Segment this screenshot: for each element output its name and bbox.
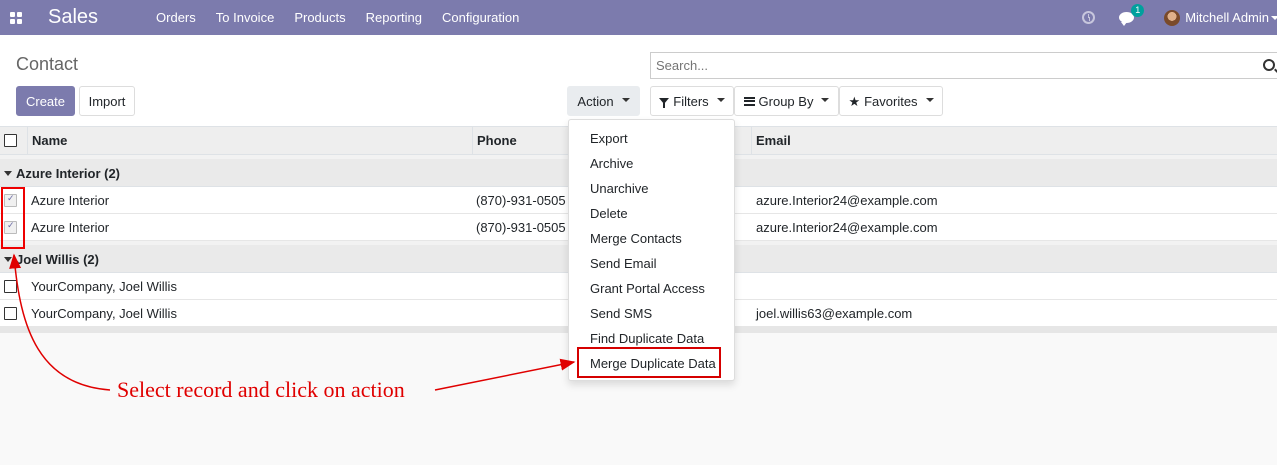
filters-button[interactable]: Filters	[650, 86, 734, 116]
favorites-button[interactable]: ★ Favorites	[839, 86, 943, 116]
menu-configuration[interactable]: Configuration	[432, 0, 529, 35]
cell-name: YourCompany, Joel Willis	[31, 306, 177, 321]
user-avatar[interactable]	[1164, 9, 1181, 26]
bars-icon	[743, 96, 755, 106]
cell-phone: (870)-931-0505	[476, 193, 566, 208]
caret-down-icon	[4, 171, 12, 176]
menu-item-export[interactable]: Export	[590, 131, 628, 146]
group-by-button[interactable]: Group By	[734, 86, 839, 116]
menu-item-send-sms[interactable]: Send SMS	[590, 306, 652, 321]
user-caret-icon[interactable]	[1271, 15, 1277, 20]
menu-item-grant-portal-access[interactable]: Grant Portal Access	[590, 281, 705, 296]
menu-orders[interactable]: Orders	[146, 0, 206, 35]
action-label: Action	[577, 93, 614, 109]
menu-reporting[interactable]: Reporting	[356, 0, 432, 35]
breadcrumb: Contact	[16, 54, 79, 74]
funnel-icon	[659, 98, 670, 108]
star-icon: ★	[848, 93, 861, 109]
select-all-checkbox[interactable]	[4, 134, 17, 147]
row-checkbox[interactable]	[4, 280, 17, 293]
cell-name: Azure Interior	[31, 193, 110, 208]
search-icon[interactable]	[1263, 59, 1275, 71]
column-header-name[interactable]: Name	[27, 127, 472, 155]
cell-name: Azure Interior	[31, 220, 110, 235]
caret-down-icon	[4, 257, 12, 262]
messaging-button[interactable]: 1	[1119, 4, 1145, 26]
menu-products[interactable]: Products	[284, 0, 355, 35]
menu-item-unarchive[interactable]: Unarchive	[590, 181, 649, 196]
menu-item-send-email[interactable]: Send Email	[590, 256, 656, 271]
control-panel: Contact Create Import Action Filters Gro…	[0, 35, 1277, 127]
chevron-down-icon	[925, 97, 934, 102]
search-input[interactable]	[651, 53, 1231, 78]
group-label: Joel Willis (2)	[16, 252, 99, 267]
menu-item-merge-duplicate-data[interactable]: Merge Duplicate Data	[590, 356, 716, 371]
menu-item-delete[interactable]: Delete	[590, 206, 628, 221]
favorites-label: Favorites	[864, 93, 918, 109]
user-name[interactable]: Mitchell Admin	[1185, 10, 1269, 25]
menu-item-find-duplicate-data[interactable]: Find Duplicate Data	[590, 331, 704, 346]
action-button[interactable]: Action	[567, 86, 640, 116]
import-button[interactable]: Import	[79, 86, 135, 116]
chevron-down-icon	[821, 97, 830, 102]
menu-item-merge-contacts[interactable]: Merge Contacts	[590, 231, 682, 246]
group-by-label: Group By	[758, 93, 814, 109]
search-bar[interactable]	[650, 52, 1277, 79]
annotation-text: Select record and click on action	[117, 377, 405, 402]
chat-badge: 1	[1131, 4, 1145, 17]
action-dropdown-menu: Export Archive Unarchive Delete Merge Co…	[568, 119, 735, 381]
cell-email: azure.Interior24@example.com	[756, 220, 938, 235]
chevron-down-icon	[621, 97, 630, 102]
chevron-down-icon	[716, 97, 725, 102]
cell-email: azure.Interior24@example.com	[756, 193, 938, 208]
row-checkbox[interactable]	[4, 307, 17, 320]
menu-item-archive[interactable]: Archive	[590, 156, 633, 171]
activity-clock-icon[interactable]	[1082, 11, 1096, 24]
create-button[interactable]: Create	[16, 86, 75, 116]
selection-highlight-box	[1, 187, 25, 249]
cell-name: YourCompany, Joel Willis	[31, 279, 177, 294]
filters-label: Filters	[673, 93, 709, 109]
top-navbar: Sales Orders To Invoice Products Reporti…	[0, 0, 1277, 35]
apps-menu-icon[interactable]	[0, 0, 32, 35]
menu-to-invoice[interactable]: To Invoice	[206, 0, 285, 35]
column-header-email[interactable]: Email	[751, 127, 1277, 155]
cell-email: joel.willis63@example.com	[756, 306, 913, 321]
group-label: Azure Interior (2)	[16, 166, 121, 181]
app-title[interactable]: Sales	[48, 6, 98, 29]
cell-phone: (870)-931-0505	[476, 220, 566, 235]
